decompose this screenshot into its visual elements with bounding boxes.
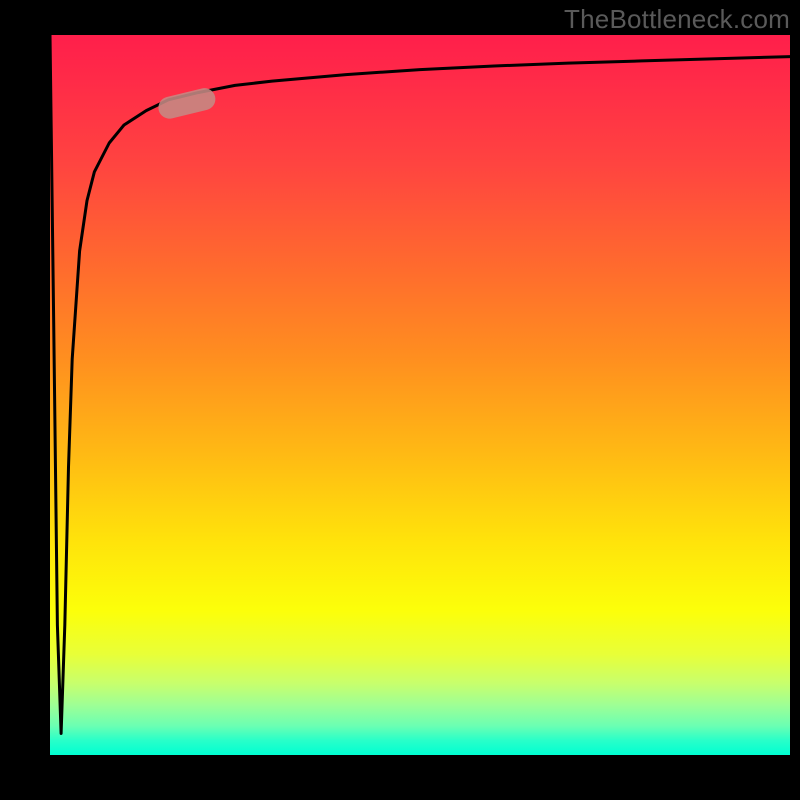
highlight-overlay [50,35,790,755]
watermark-text: TheBottleneck.com [564,4,790,35]
chart-frame: TheBottleneck.com [0,0,800,800]
plot-area [50,35,790,755]
highlight-chip [156,86,218,121]
